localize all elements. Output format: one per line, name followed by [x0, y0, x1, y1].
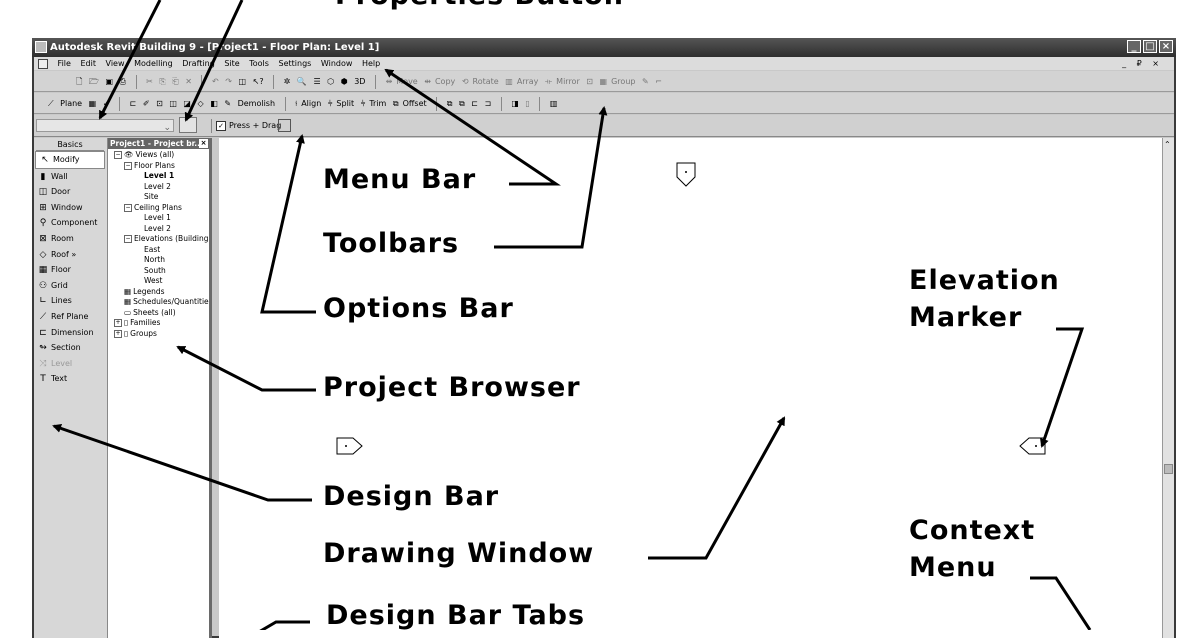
elevation-marker-west[interactable] — [336, 437, 363, 455]
design-bar-callout: Design Bar — [323, 481, 500, 512]
menu-bar-callout: Menu Bar — [323, 164, 477, 195]
drawing-window-callout: Drawing Window — [323, 538, 595, 569]
design-bar-tabs-callout: Design Bar Tabs — [326, 600, 586, 631]
elevation-marker-callout-line2: Marker — [909, 302, 1023, 333]
elevation-marker-north[interactable] — [676, 162, 696, 187]
toolbars-callout: Toolbars — [323, 228, 460, 259]
context-menu-callout-line2: Menu — [909, 552, 997, 583]
project-browser-callout: Project Browser — [323, 372, 581, 403]
elevation-marker-callout-line1: Elevation — [909, 265, 1060, 296]
options-bar-callout: Options Bar — [323, 293, 514, 324]
elevation-marker-east[interactable] — [1019, 437, 1046, 455]
context-menu-callout-line1: Context — [909, 515, 1036, 546]
